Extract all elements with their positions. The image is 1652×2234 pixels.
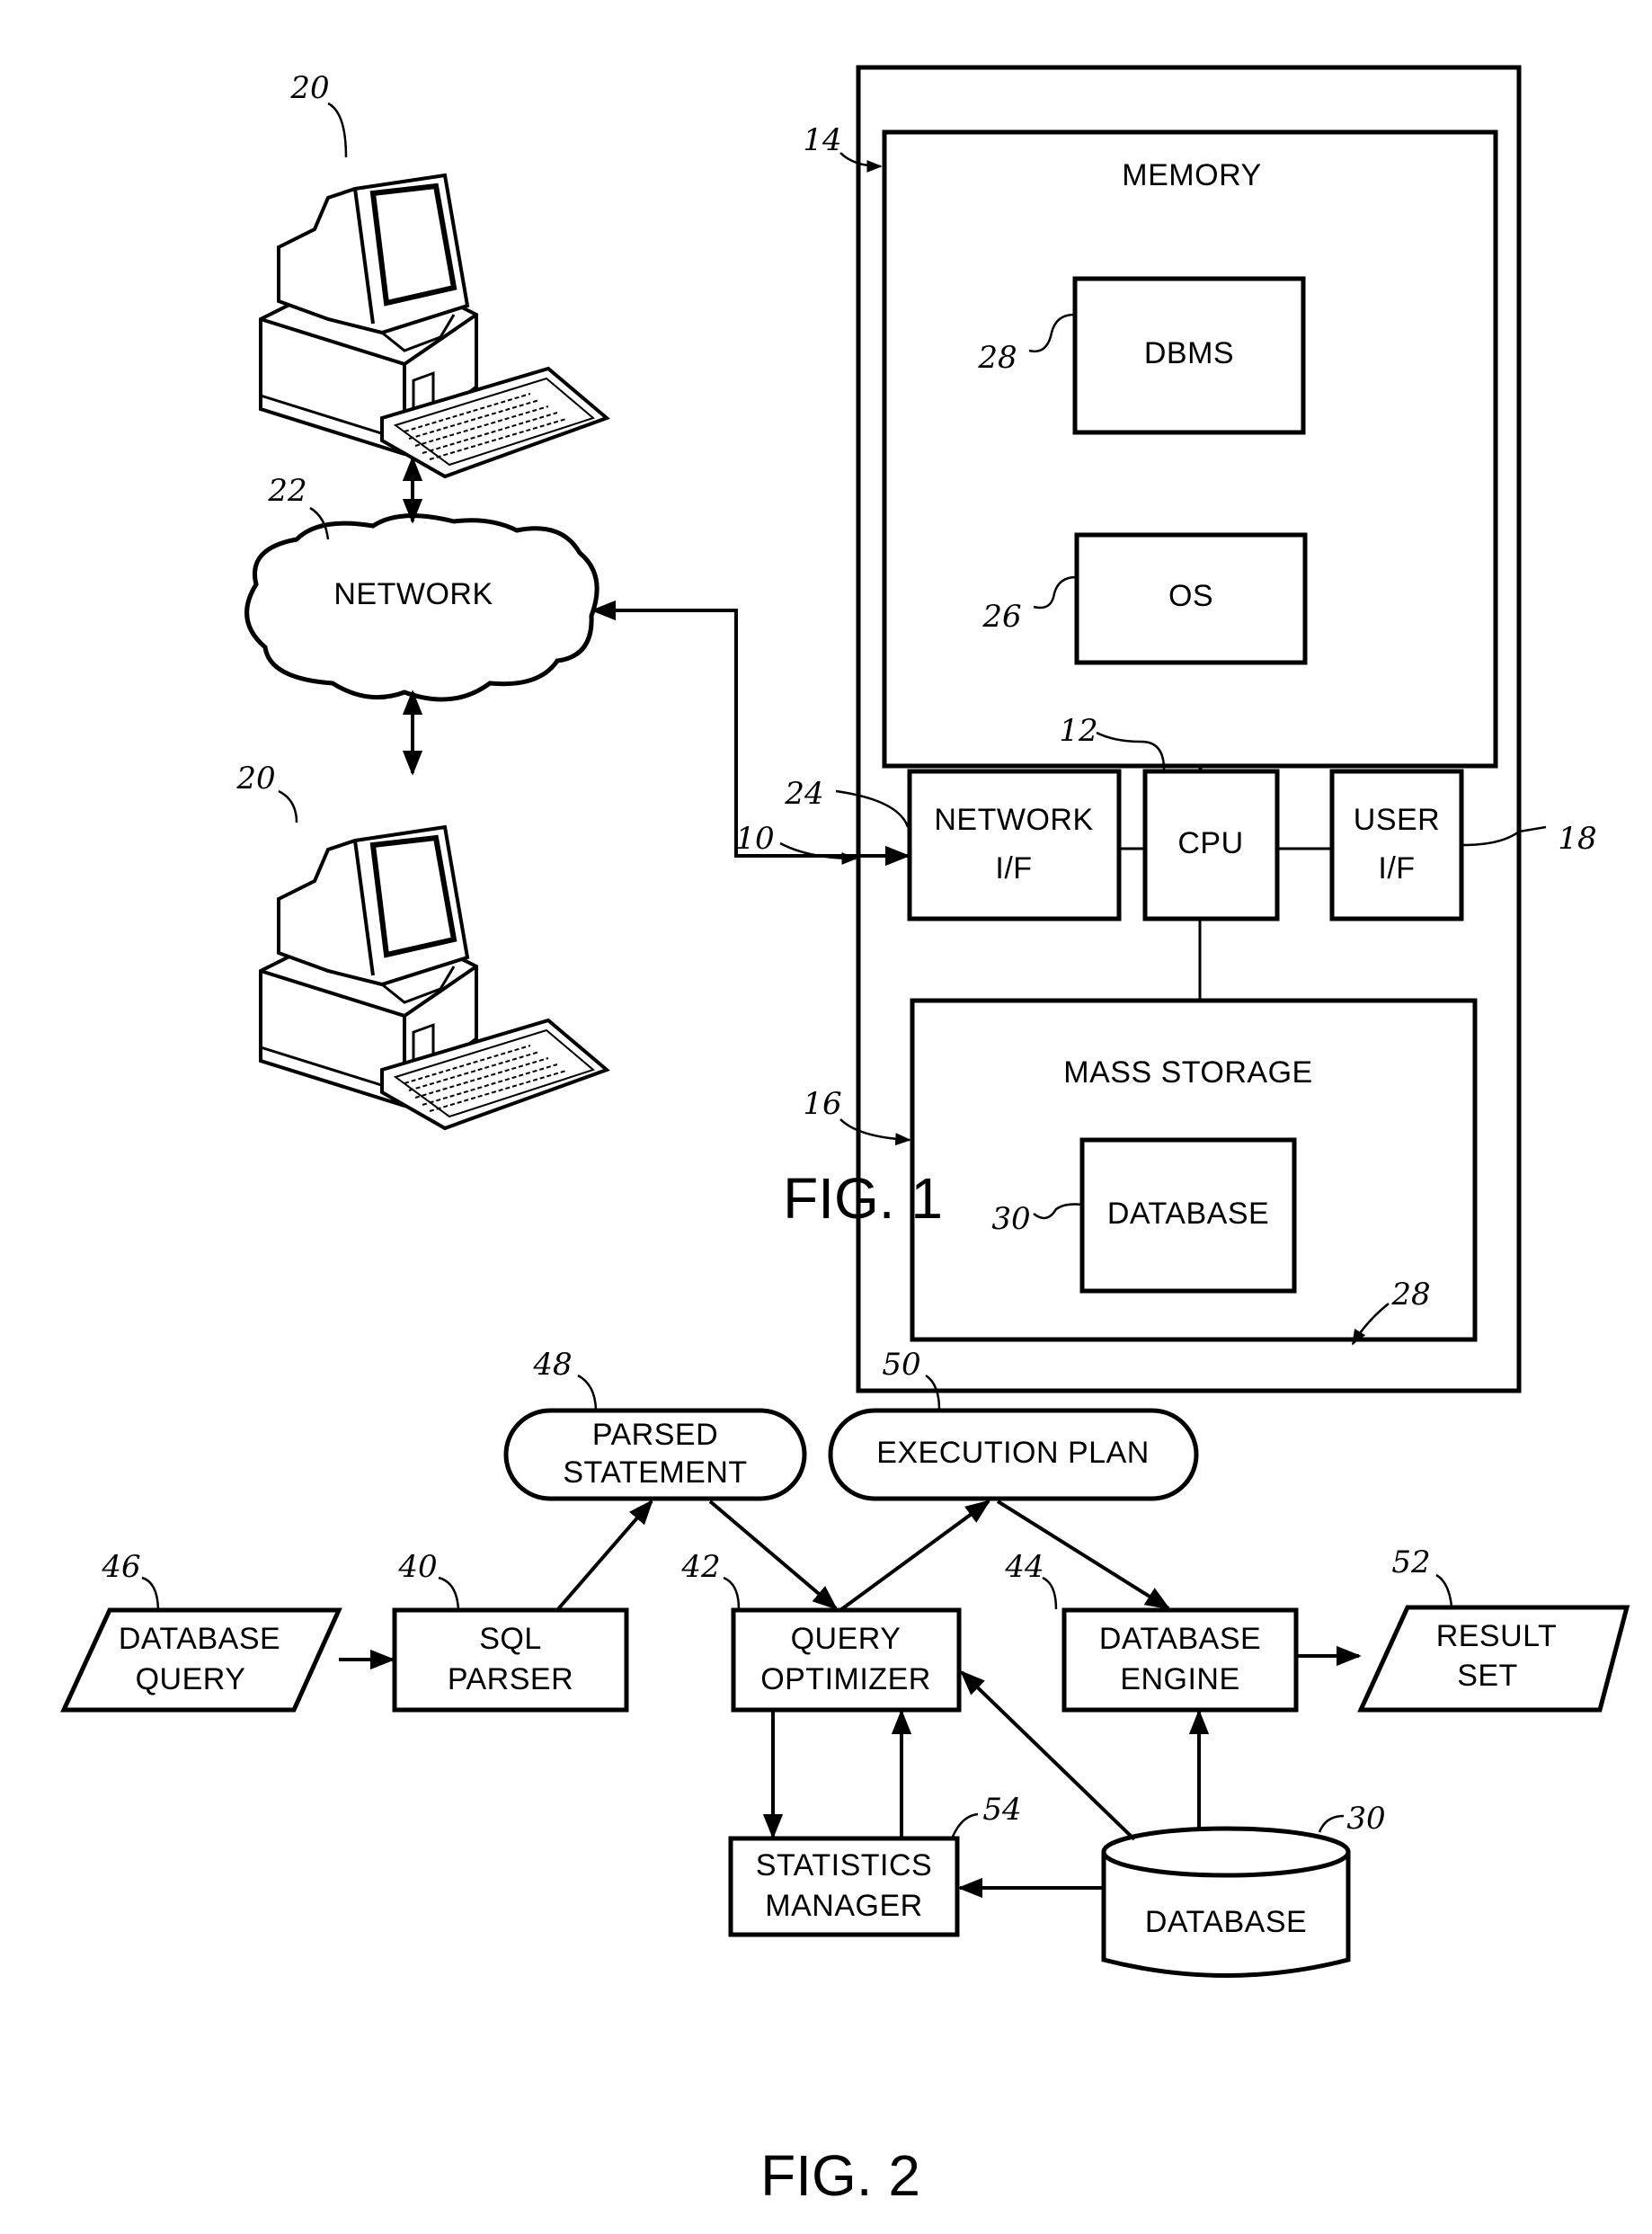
ref-40: 40: [397, 1549, 437, 1585]
leader-20-bottom: [278, 789, 298, 823]
statistics-manager-line1: STATISTICS: [756, 1848, 932, 1882]
ref-44: 44: [1004, 1549, 1044, 1585]
ref-54: 54: [982, 1792, 1021, 1828]
ref-30: 30: [991, 1201, 1030, 1237]
ref-20-top: 20: [289, 70, 329, 106]
memory-box: [882, 129, 1498, 769]
parsed-statement-line2: STATEMENT: [563, 1455, 747, 1490]
arrow-optimizer-to-plan: [839, 1500, 991, 1612]
database-label: DATABASE: [1107, 1197, 1269, 1231]
figure-2-caption: FIG. 2: [760, 2143, 920, 2208]
client-computer-bottom: [261, 827, 607, 1128]
leader-48: [577, 1374, 598, 1411]
client-computer-top: [261, 175, 607, 476]
os-label: OS: [1168, 579, 1213, 613]
ref-16: 16: [803, 1086, 841, 1122]
database-cylinder-label: DATABASE: [1145, 1905, 1307, 1939]
ref-30-fig2: 30: [1346, 1801, 1385, 1837]
figure-2: 28 DATABASE QUERY 46 SQL PARSER 40 PARSE…: [60, 1277, 1630, 2208]
user-interface-box: [1329, 769, 1464, 921]
database-query-line1: DATABASE: [119, 1622, 280, 1656]
network-interface-line2: I/F: [995, 851, 1032, 886]
leader-30-fig2: [1318, 1814, 1345, 1833]
ref-18: 18: [1558, 821, 1596, 857]
network-interface-line1: NETWORK: [934, 803, 1093, 837]
execution-plan-label: EXECUTION PLAN: [876, 1436, 1150, 1470]
database-engine-line2: ENGINE: [1120, 1662, 1239, 1696]
database-engine-line1: DATABASE: [1099, 1622, 1261, 1656]
ref-48: 48: [532, 1347, 572, 1383]
cpu-label: CPU: [1177, 826, 1243, 860]
ref-24: 24: [784, 776, 823, 812]
database-query-line2: QUERY: [136, 1662, 246, 1696]
statistics-manager-line2: MANAGER: [765, 1889, 922, 1923]
ref-12: 12: [1059, 713, 1097, 749]
parsed-statement-line1: PARSED: [592, 1418, 718, 1452]
ref-26: 26: [981, 599, 1021, 635]
ref-46: 46: [101, 1549, 140, 1585]
leader-40: [438, 1576, 460, 1610]
user-interface-line2: I/F: [1378, 851, 1415, 886]
result-set-line1: RESULT: [1436, 1619, 1558, 1653]
ref-42: 42: [680, 1549, 720, 1585]
patent-drawing-sheet: 20 20 NETWORK 22 MEMORY 14 DBMS 28 OS 26: [60, 65, 1630, 2208]
query-optimizer-line2: OPTIMIZER: [760, 1662, 931, 1696]
network-interface-box: [907, 769, 1122, 921]
ref-28: 28: [977, 340, 1017, 376]
mass-storage-label: MASS STORAGE: [1063, 1055, 1312, 1090]
desktop-computer-icon: [261, 827, 607, 1128]
sql-parser-line1: SQL: [479, 1622, 542, 1656]
ref-50: 50: [882, 1347, 920, 1383]
figure-1-caption: FIG. 1: [783, 1166, 943, 1231]
ref-52: 52: [1391, 1544, 1430, 1580]
desktop-computer-icon: [261, 175, 607, 476]
user-interface-line1: USER: [1354, 803, 1440, 837]
ref-28-dbms: 28: [1390, 1277, 1430, 1313]
network-label: NETWORK: [333, 577, 493, 611]
arrow-parsed-to-optimizer: [708, 1500, 839, 1610]
leader-52: [1435, 1573, 1453, 1607]
leader-20-top: [327, 102, 348, 158]
leader-46: [141, 1576, 160, 1610]
dbms-label: DBMS: [1144, 336, 1234, 370]
database-cylinder: [1101, 1826, 1351, 1978]
figure-1: 20 20 NETWORK 22 MEMORY 14 DBMS 28 OS 26: [235, 65, 1597, 1393]
ref-10: 10: [735, 821, 774, 857]
result-set-line2: SET: [1457, 1659, 1518, 1693]
leader-42: [723, 1576, 741, 1610]
query-optimizer-line1: QUERY: [791, 1622, 901, 1656]
ref-22: 22: [267, 473, 306, 509]
leader-44: [1042, 1576, 1058, 1610]
memory-label: MEMORY: [1122, 158, 1261, 192]
ref-14: 14: [803, 122, 841, 158]
arrow-parser-to-parsed: [555, 1499, 653, 1612]
sql-parser-line2: PARSER: [448, 1662, 573, 1696]
leader-54: [951, 1812, 979, 1838]
ref-20-bottom: 20: [235, 761, 275, 797]
